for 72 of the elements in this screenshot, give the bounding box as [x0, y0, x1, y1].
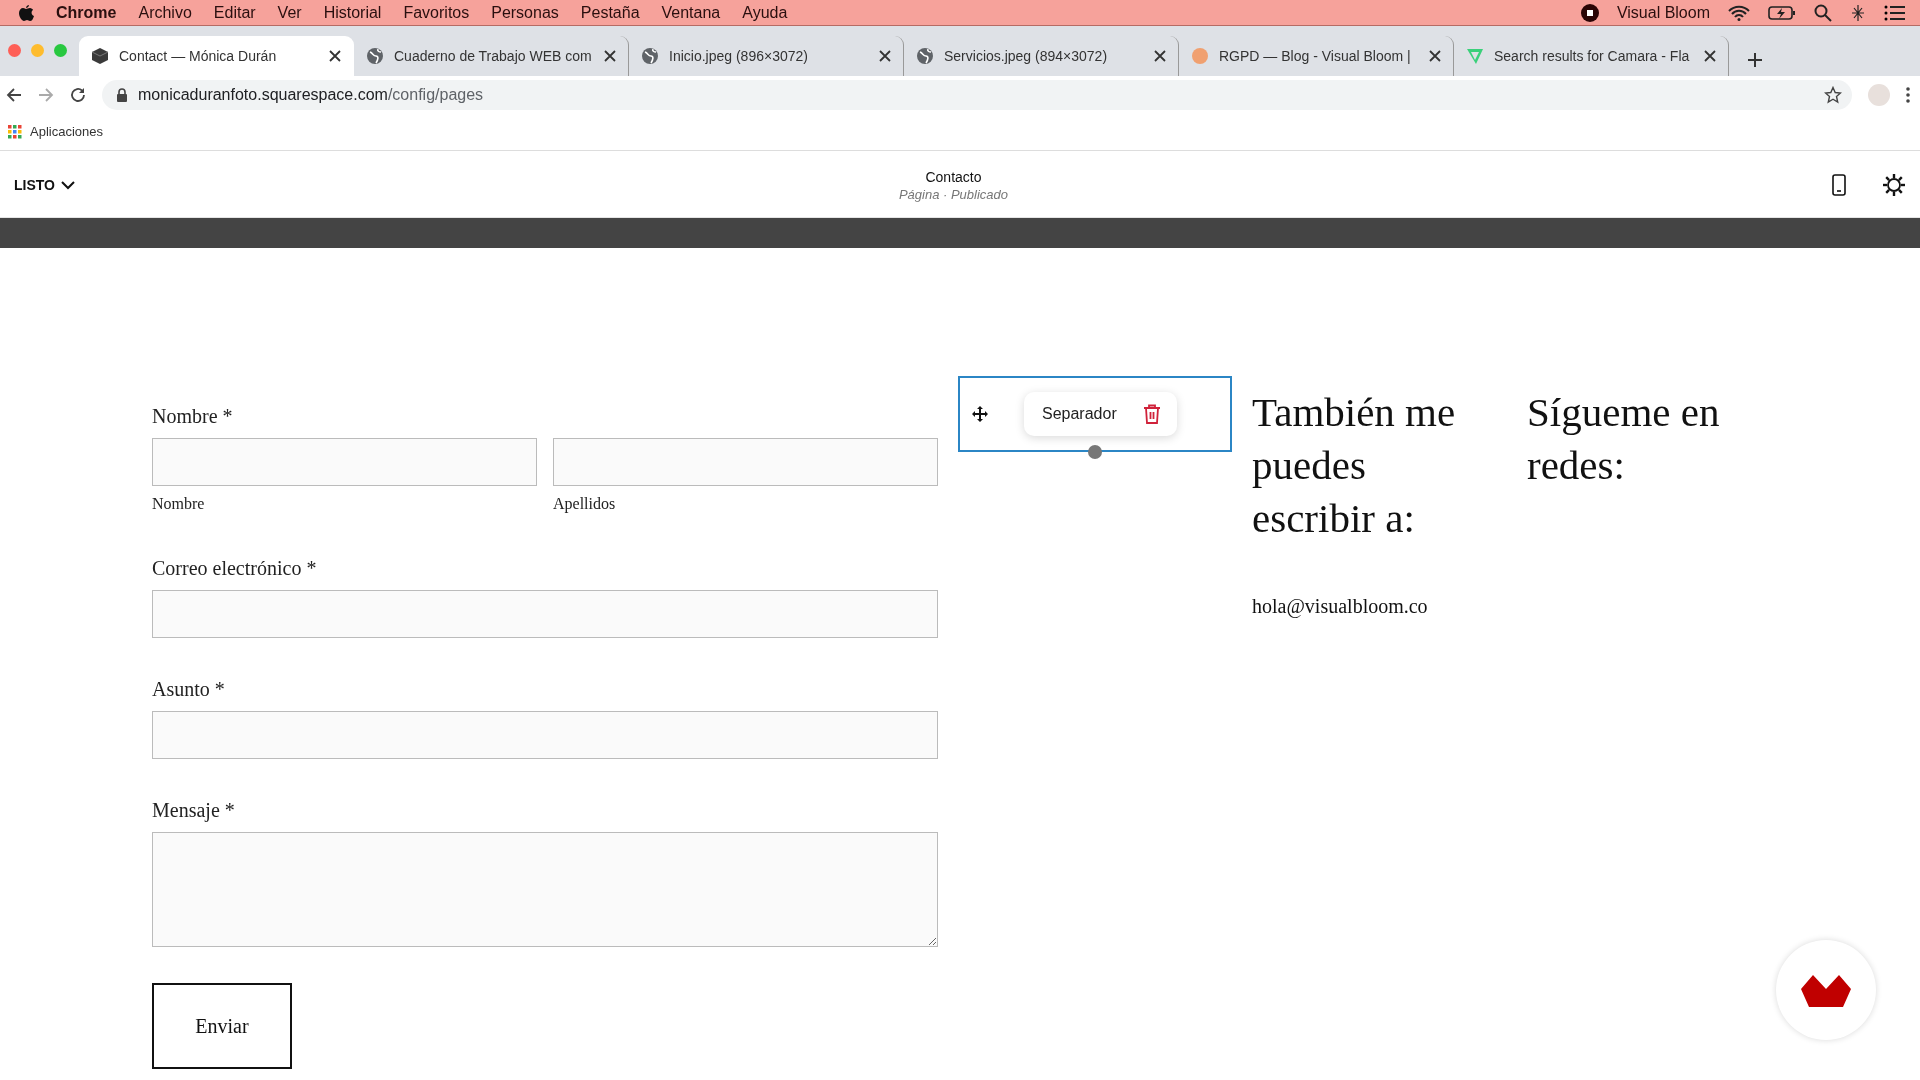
- field-sublabel: Apellidos: [553, 495, 617, 513]
- page-status: Página · Publicado: [898, 186, 1009, 202]
- phone-icon[interactable]: [1832, 174, 1846, 196]
- list-icon[interactable]: [1884, 4, 1906, 21]
- block-type-label: Separador: [1042, 405, 1117, 423]
- star-icon[interactable]: [1824, 85, 1842, 104]
- close-icon[interactable]: [604, 50, 616, 62]
- more-icon[interactable]: [1906, 86, 1910, 103]
- sparkle-icon[interactable]: [1850, 3, 1866, 22]
- apple-logo-icon[interactable]: [18, 3, 34, 22]
- browser-tab[interactable]: Search results for Camara - Fla: [1454, 36, 1729, 76]
- wifi-icon[interactable]: [1728, 4, 1750, 21]
- v-logo-icon: [1466, 47, 1484, 65]
- globe-icon: [366, 47, 384, 65]
- browser-tab[interactable]: Inicio.jpeg (896×3072): [629, 36, 904, 76]
- page-title: Contacto: [925, 168, 982, 185]
- browser-tab[interactable]: RGPD — Blog - Visual Bloom |: [1179, 36, 1454, 76]
- plus-icon: [1747, 52, 1763, 68]
- close-icon[interactable]: [879, 50, 891, 62]
- close-icon[interactable]: [1704, 50, 1716, 62]
- contact-heading: También me puedes escribir a:: [1252, 388, 1457, 543]
- cube-icon: [91, 47, 109, 65]
- globe-icon: [641, 47, 659, 65]
- move-icon[interactable]: [972, 406, 988, 422]
- reload-icon[interactable]: [70, 86, 86, 103]
- browser-tab[interactable]: Servicios.jpeg (894×3072): [904, 36, 1179, 76]
- done-button[interactable]: LISTO: [14, 177, 75, 193]
- apps-grid-icon: [8, 124, 22, 139]
- menu-item[interactable]: Personas: [491, 3, 559, 22]
- menu-item[interactable]: Historial: [323, 3, 382, 22]
- input-field[interactable]: [152, 438, 537, 486]
- lock-icon: [116, 87, 128, 102]
- address-bar[interactable]: monicaduranfoto.squarespace.com/config/pages: [102, 79, 1852, 110]
- field-label: Asunto *: [152, 678, 226, 701]
- social-heading: Sígueme en redes:: [1527, 388, 1721, 490]
- globe-icon: [916, 47, 934, 65]
- menu-item[interactable]: Ayuda: [742, 3, 788, 22]
- input-field[interactable]: [152, 711, 938, 759]
- input-field[interactable]: [553, 438, 938, 486]
- search-icon[interactable]: [1814, 3, 1832, 22]
- field-sublabel: Nombre: [152, 495, 206, 513]
- menu-item[interactable]: Favoritos: [403, 3, 470, 22]
- field-label: Nombre *: [152, 405, 234, 428]
- browser-tab[interactable]: Cuaderno de Trabajo WEB com: [354, 36, 629, 76]
- menu-item[interactable]: Archivo: [138, 3, 192, 22]
- close-icon[interactable]: [1429, 50, 1441, 62]
- stop-record-icon[interactable]: [1580, 3, 1599, 22]
- email-text: hola@visualbloom.co: [1252, 595, 1429, 618]
- chevron-down-icon: [60, 180, 75, 190]
- settings-icon[interactable]: [1882, 173, 1906, 197]
- menu-item[interactable]: Chrome: [56, 3, 117, 22]
- field-label: Mensaje *: [152, 799, 236, 822]
- back-icon[interactable]: [6, 86, 22, 103]
- field-label: Correo electrónico *: [152, 557, 318, 580]
- trash-icon[interactable]: [1142, 404, 1161, 424]
- menu-item[interactable]: Editar: [213, 3, 256, 22]
- input-field[interactable]: [152, 590, 938, 638]
- close-icon[interactable]: [329, 50, 341, 62]
- menu-item[interactable]: Pestaña: [580, 3, 640, 22]
- submit-button[interactable]: Enviar: [152, 983, 292, 1069]
- menu-item[interactable]: Ventana: [661, 3, 721, 22]
- browser-tab[interactable]: Contact — Mónica Durán: [79, 36, 354, 76]
- circle-icon: [1191, 47, 1209, 65]
- bookmark-link[interactable]: Aplicaciones: [30, 124, 103, 139]
- chat-bubble[interactable]: [1776, 940, 1876, 1040]
- close-icon[interactable]: [1154, 50, 1166, 62]
- message-field[interactable]: [152, 832, 938, 947]
- menu-item[interactable]: Ver: [277, 3, 302, 22]
- selected-block-frame[interactable]: Separador: [958, 376, 1232, 452]
- status-title[interactable]: Visual Bloom: [1616, 3, 1710, 22]
- battery-icon[interactable]: [1768, 4, 1796, 21]
- resize-handle[interactable]: [1088, 445, 1102, 459]
